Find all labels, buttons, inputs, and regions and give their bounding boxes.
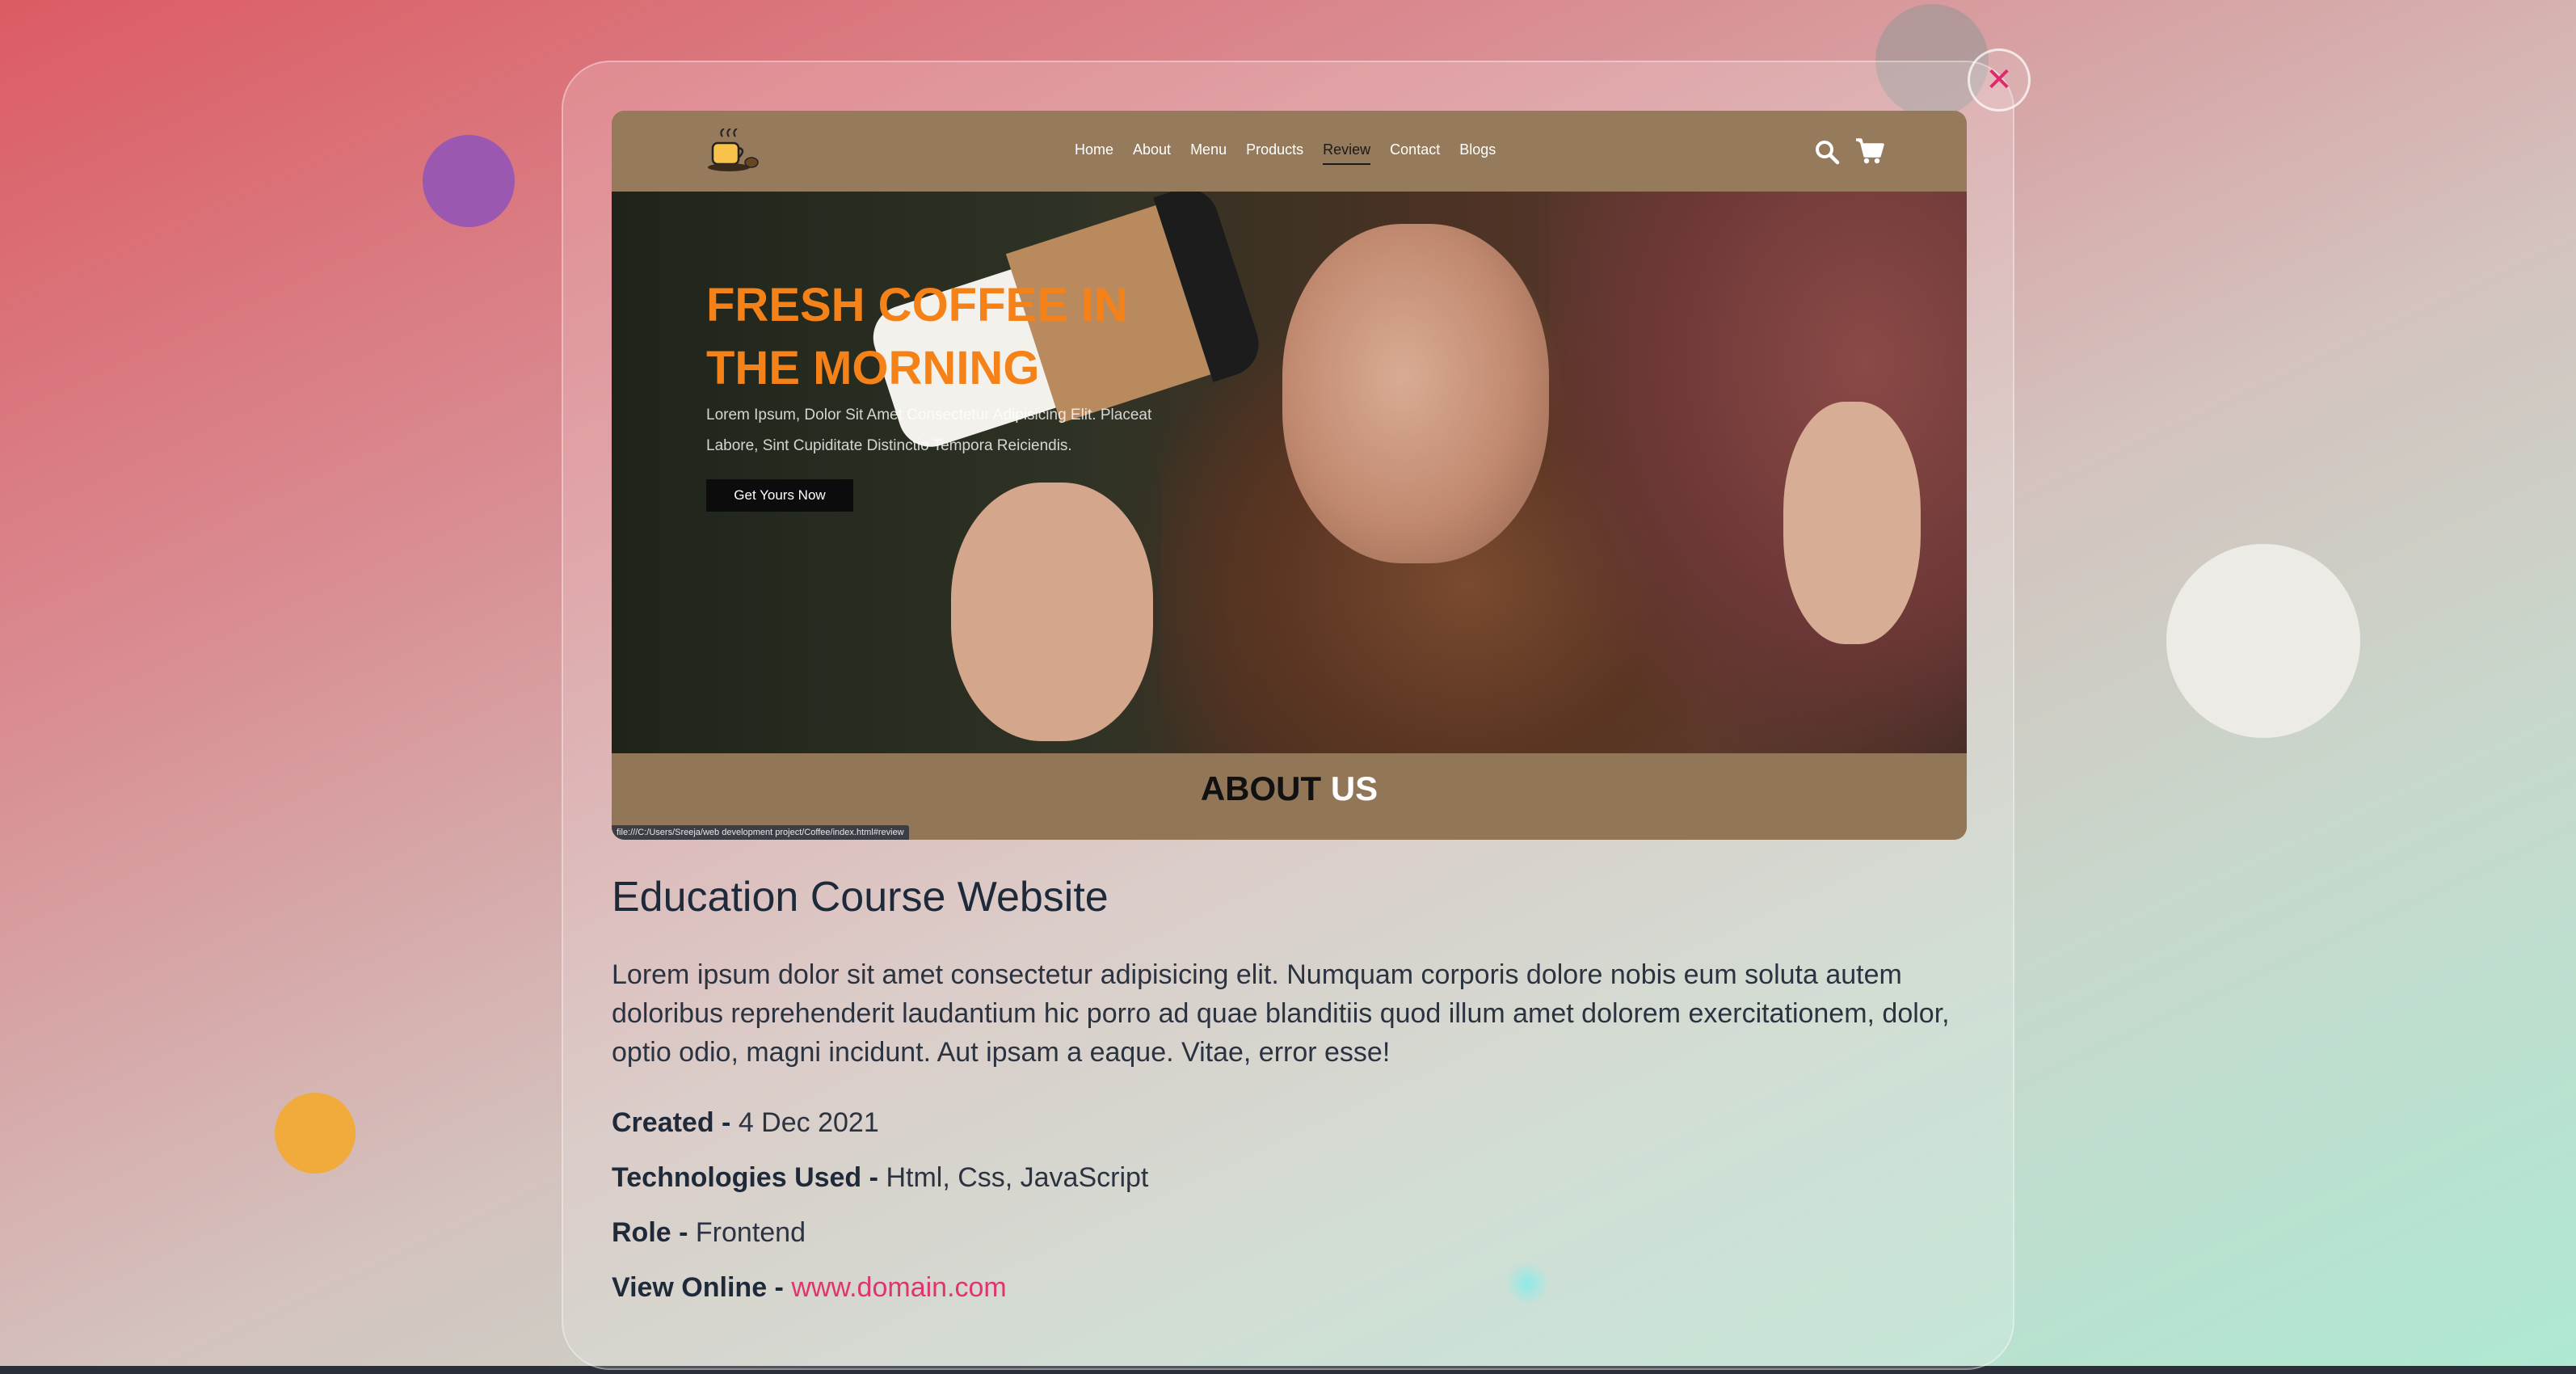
cart-icon[interactable] xyxy=(1855,137,1884,165)
technologies-row: Technologies Used - Html, Css, JavaScrip… xyxy=(612,1162,1148,1194)
get-yours-now-button[interactable]: Get Yours Now xyxy=(706,479,853,512)
preview-nav-contact[interactable]: Contact xyxy=(1390,141,1440,165)
hero-photo-face xyxy=(1282,224,1549,563)
preview-nav-review[interactable]: Review xyxy=(1323,141,1371,165)
technologies-value: Html, Css, JavaScript xyxy=(886,1162,1149,1193)
preview-nav-menu[interactable]: Menu xyxy=(1190,141,1227,165)
decorative-circle-white xyxy=(2166,544,2360,738)
created-value: 4 Dec 2021 xyxy=(738,1107,879,1138)
decorative-circle-orange xyxy=(275,1093,356,1174)
preview-nav-links: Home About Menu Products Review Contact … xyxy=(1075,141,1515,165)
technologies-label: Technologies Used - xyxy=(612,1162,878,1193)
preview-nav-about[interactable]: About xyxy=(1133,141,1171,165)
search-icon[interactable] xyxy=(1814,139,1840,165)
coffee-cup-logo-icon xyxy=(708,129,759,171)
hero-photo-hand xyxy=(951,483,1153,741)
browser-status-url: file:///C:/Users/Sreeja/web development … xyxy=(612,825,909,840)
preview-navbar: Home About Menu Products Review Contact … xyxy=(612,111,1967,192)
project-title: Education Course Website xyxy=(612,874,1109,921)
preview-hero: FRESH COFFEE IN THE MORNING Lorem Ipsum,… xyxy=(612,192,1967,753)
created-label: Created - xyxy=(612,1107,731,1138)
close-icon: ✕ xyxy=(1985,61,2013,99)
about-us-heading: ABOUT US xyxy=(1200,769,1378,807)
preview-nav-products[interactable]: Products xyxy=(1246,141,1303,165)
view-online-label: View Online - xyxy=(612,1272,784,1303)
view-online-link[interactable]: www.domain.com xyxy=(791,1272,1006,1303)
hero-title: FRESH COFFEE IN THE MORNING xyxy=(706,279,1129,394)
role-label: Role - xyxy=(612,1217,688,1248)
role-row: Role - Frontend xyxy=(612,1217,806,1249)
project-preview-image: Home About Menu Products Review Contact … xyxy=(612,111,1967,840)
close-button[interactable]: ✕ xyxy=(1968,48,2031,112)
created-row: Created - 4 Dec 2021 xyxy=(612,1107,879,1139)
hero-photo-hand-right xyxy=(1783,402,1921,644)
preview-nav-home[interactable]: Home xyxy=(1075,141,1113,165)
project-description: Lorem ipsum dolor sit amet consectetur a… xyxy=(612,959,1950,1068)
view-online-row: View Online - www.domain.com xyxy=(612,1272,1007,1304)
hero-subtitle: Lorem Ipsum, Dolor Sit Amet Consectetur … xyxy=(706,407,1152,454)
role-value: Frontend xyxy=(695,1217,806,1248)
preview-nav-blogs[interactable]: Blogs xyxy=(1459,141,1496,165)
decorative-circle-purple xyxy=(423,135,515,227)
